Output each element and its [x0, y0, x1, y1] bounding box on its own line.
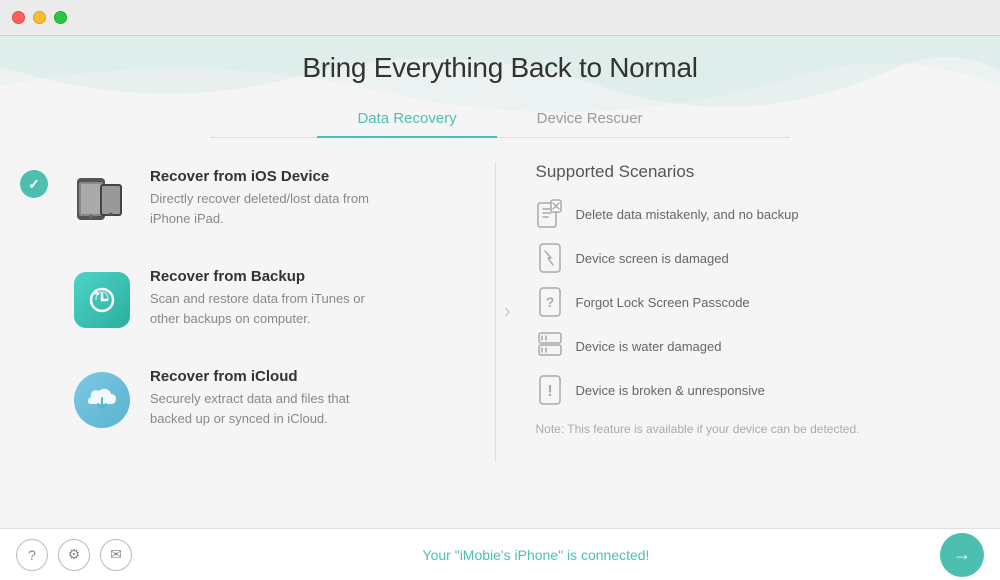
scenario-no-backup: Delete data mistakenly, and no backup [536, 200, 931, 228]
tab-bar: Data Recovery Device Rescuer [210, 102, 790, 138]
left-column: Recover from iOS Device Directly recover… [70, 162, 496, 462]
svg-text:?: ? [545, 294, 554, 310]
bottom-left-icons: ? ⚙ ✉ [16, 539, 132, 571]
backup-text: Recover from Backup Scan and restore dat… [150, 268, 390, 328]
broken-icon: ! [536, 376, 564, 404]
settings-button[interactable]: ⚙ [58, 539, 90, 571]
right-column: Supported Scenarios Delete data mistaken… [496, 162, 931, 462]
option-ios-device[interactable]: Recover from iOS Device Directly recover… [70, 162, 465, 238]
no-backup-icon [536, 200, 564, 228]
backup-icon [70, 268, 134, 332]
ios-device-text: Recover from iOS Device Directly recover… [150, 168, 390, 228]
scenario-no-backup-text: Delete data mistakenly, and no backup [576, 207, 799, 222]
note-text: Note: This feature is available if your … [536, 420, 931, 438]
scenario-water-damaged: Device is water damaged [536, 332, 931, 360]
main-content: Bring Everything Back to Normal Data Rec… [0, 36, 1000, 528]
maximize-button[interactable] [54, 11, 67, 24]
tab-device-rescuer[interactable]: Device Rescuer [497, 102, 683, 137]
scenario-water-damaged-text: Device is water damaged [576, 339, 722, 354]
close-button[interactable] [12, 11, 25, 24]
svg-text:!: ! [547, 383, 552, 400]
icloud-text: Recover from iCloud Securely extract dat… [150, 368, 390, 428]
tab-data-recovery[interactable]: Data Recovery [317, 102, 496, 137]
scenario-forgot-passcode: ? Forgot Lock Screen Passcode [536, 288, 931, 316]
help-button[interactable]: ? [16, 539, 48, 571]
next-button[interactable]: → [940, 533, 984, 577]
ios-device-icon [70, 168, 134, 232]
main-title: Bring Everything Back to Normal [302, 52, 697, 84]
minimize-button[interactable] [33, 11, 46, 24]
scenario-screen-damaged-text: Device screen is damaged [576, 251, 729, 266]
forgot-passcode-icon: ? [536, 288, 564, 316]
connected-status: Your "iMobie's iPhone" is connected! [132, 547, 940, 563]
screen-damaged-icon [536, 244, 564, 272]
scenario-broken-text: Device is broken & unresponsive [576, 383, 765, 398]
scenarios-heading: Supported Scenarios [536, 162, 931, 182]
option-backup[interactable]: Recover from Backup Scan and restore dat… [70, 262, 465, 338]
two-column-layout: Recover from iOS Device Directly recover… [70, 162, 930, 462]
scenario-screen-damaged: Device screen is damaged [536, 244, 931, 272]
bottom-bar: ? ⚙ ✉ Your "iMobie's iPhone" is connecte… [0, 528, 1000, 580]
scenario-broken: ! Device is broken & unresponsive [536, 376, 931, 404]
titlebar [0, 0, 1000, 36]
water-damaged-icon [536, 332, 564, 360]
section-divider-arrow: › [504, 301, 511, 324]
mail-button[interactable]: ✉ [100, 539, 132, 571]
icloud-icon [70, 368, 134, 432]
option-icloud[interactable]: Recover from iCloud Securely extract dat… [70, 362, 465, 438]
scenario-forgot-passcode-text: Forgot Lock Screen Passcode [576, 295, 750, 310]
selected-indicator [20, 170, 48, 198]
